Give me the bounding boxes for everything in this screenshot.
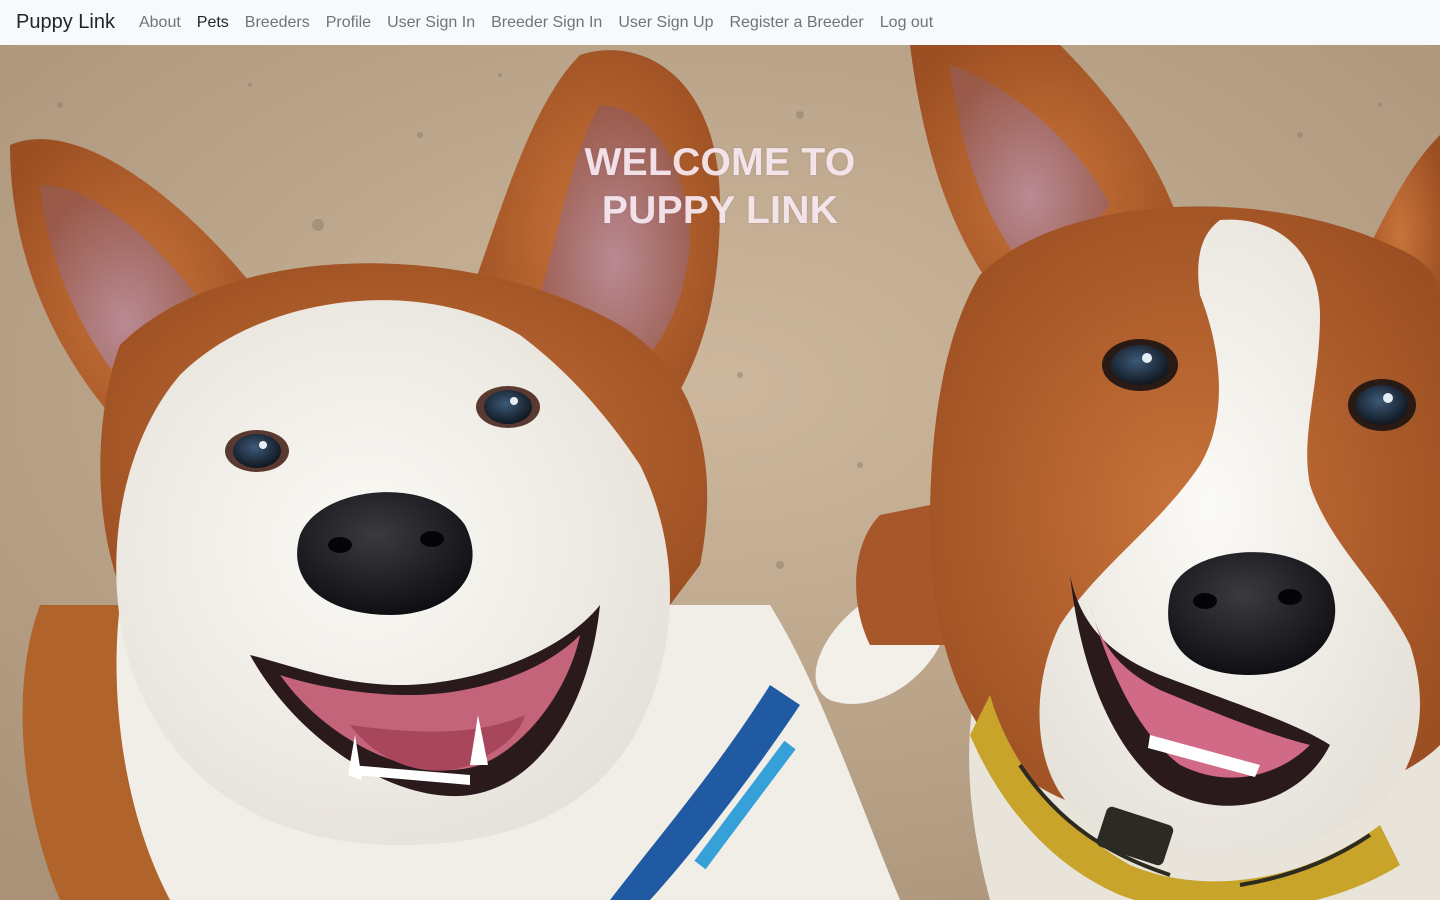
nav-link-breeder-sign-in[interactable]: Breeder Sign In <box>483 14 610 32</box>
nav-link-user-sign-up[interactable]: User Sign Up <box>610 14 721 32</box>
nav-link-pets[interactable]: Pets <box>189 14 237 32</box>
nav-link-about[interactable]: About <box>131 14 189 32</box>
navbar: Puppy Link About Pets Breeders Profile U… <box>0 0 1440 45</box>
nav-link-register-breeder[interactable]: Register a Breeder <box>721 14 871 32</box>
hero-section: WELCOME TO PUPPY LINK <box>0 45 1440 900</box>
brand-logo-link[interactable]: Puppy Link <box>16 11 115 34</box>
nav-link-user-sign-in[interactable]: User Sign In <box>379 14 483 32</box>
hero-title-line-2: PUPPY LINK <box>601 189 839 232</box>
nav-link-log-out[interactable]: Log out <box>872 14 941 32</box>
nav-link-breeders[interactable]: Breeders <box>237 14 318 32</box>
hero-title: WELCOME TO PUPPY LINK <box>0 139 1440 235</box>
hero-title-line-1: WELCOME TO <box>584 141 856 184</box>
nav-link-profile[interactable]: Profile <box>318 14 379 32</box>
nav-links: About Pets Breeders Profile User Sign In… <box>131 14 941 32</box>
